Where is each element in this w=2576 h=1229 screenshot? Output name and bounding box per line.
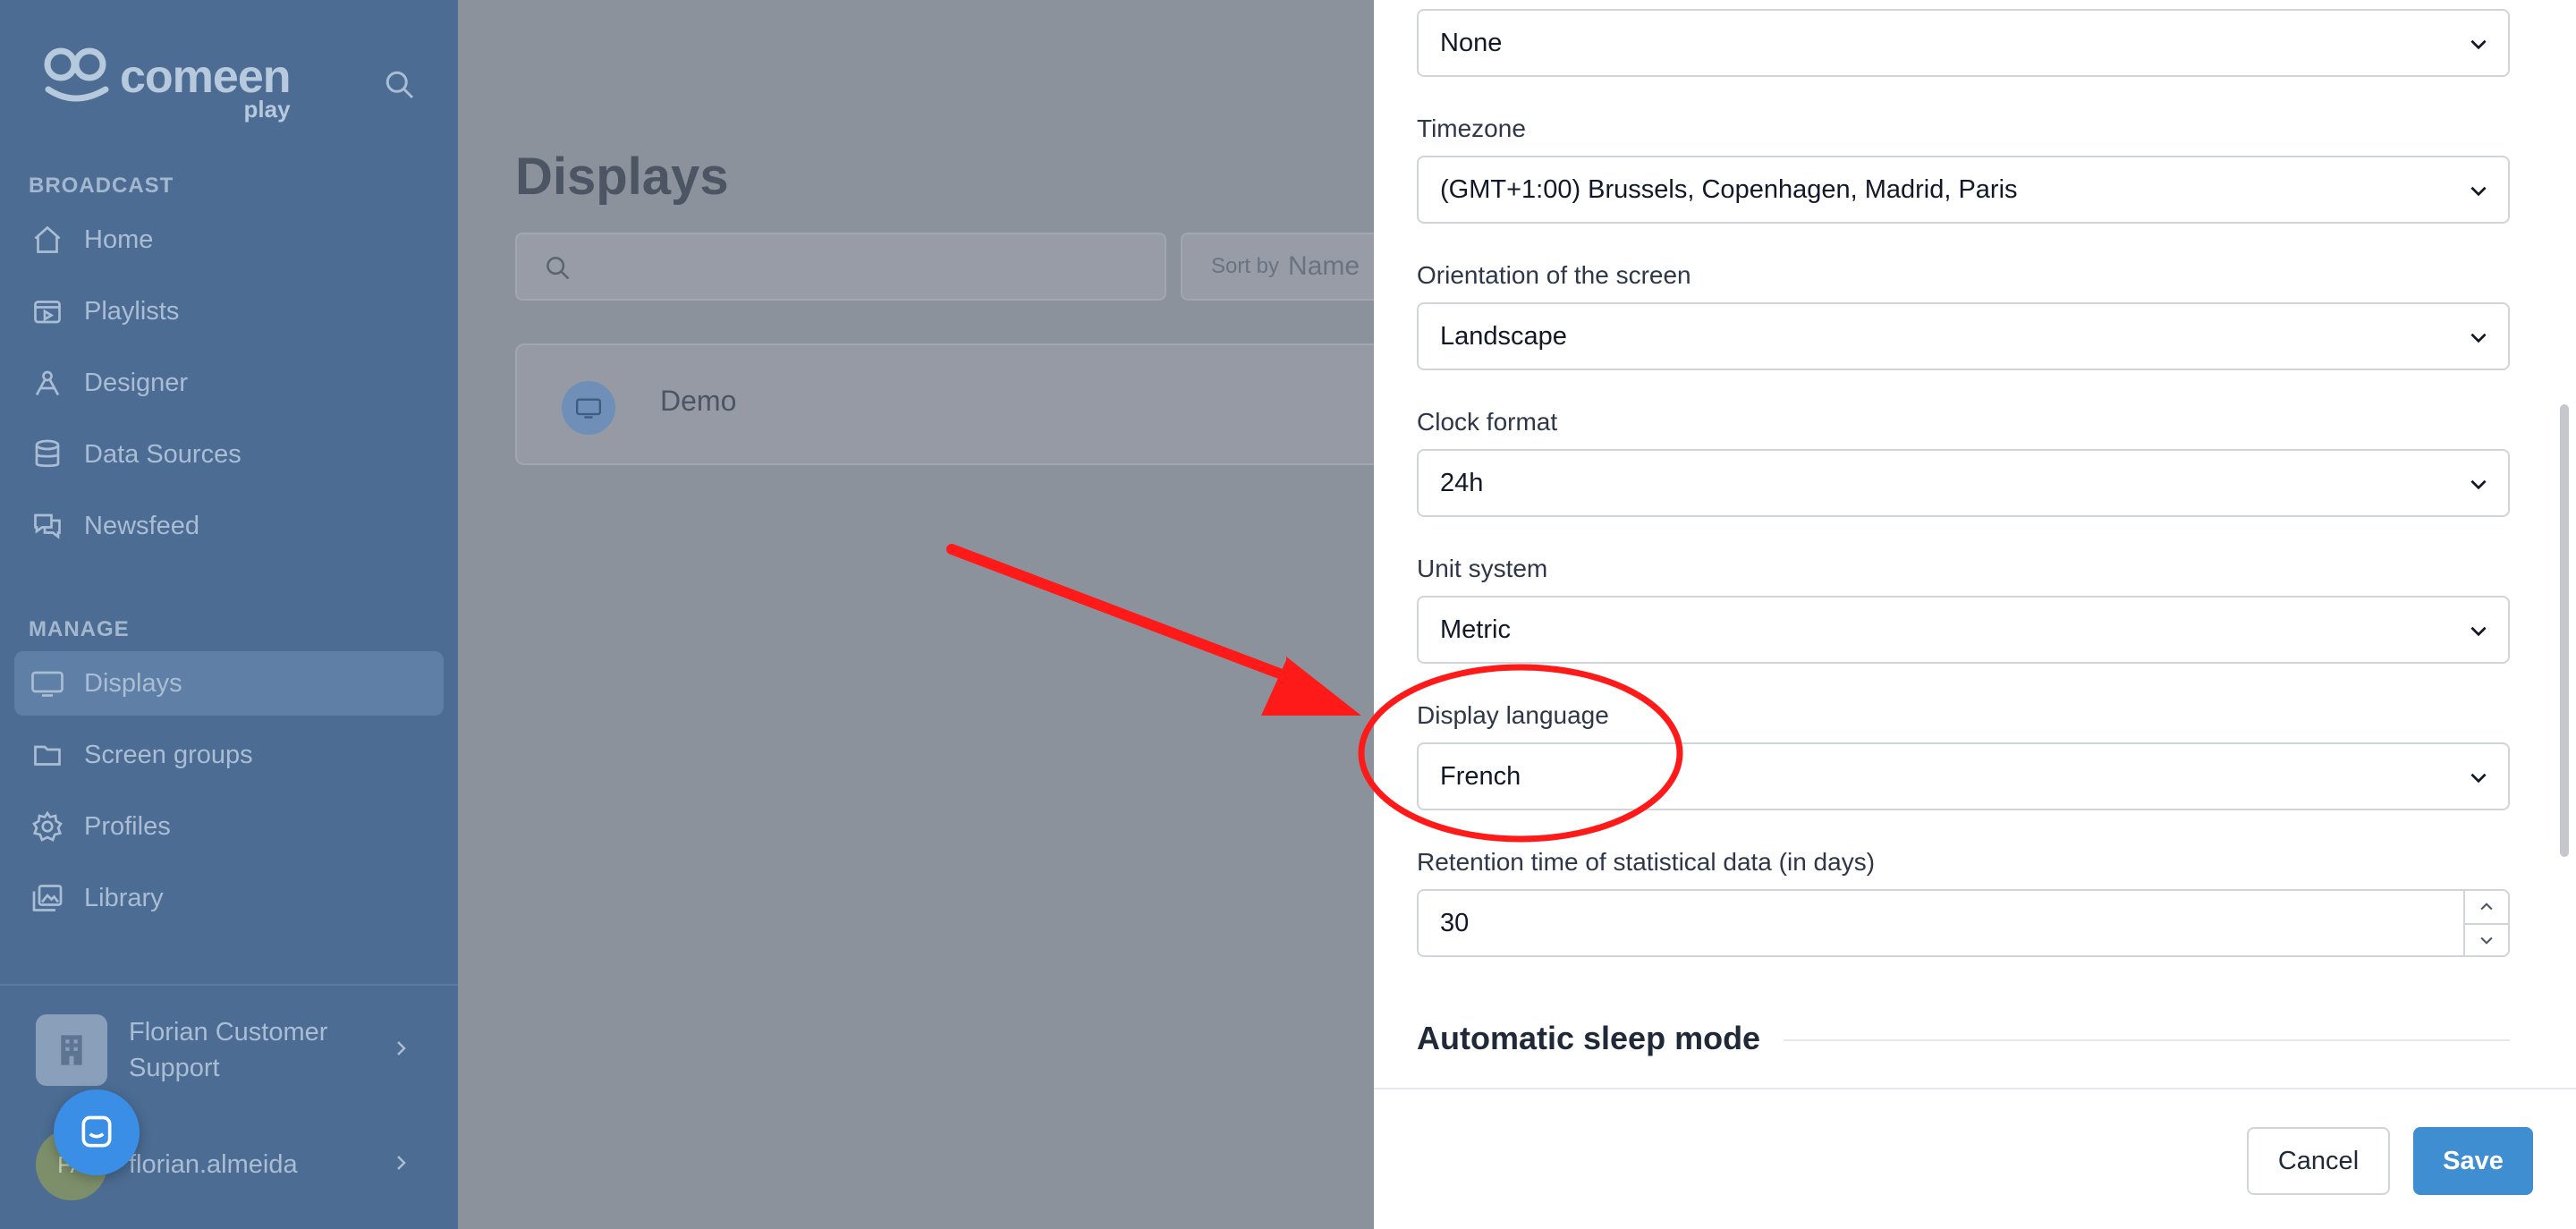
database-icon <box>29 436 66 473</box>
home-icon <box>29 221 66 259</box>
sidebar-item-displays[interactable]: Displays <box>14 651 444 716</box>
designer-icon <box>29 364 66 402</box>
select-value: 24h <box>1440 468 1484 497</box>
number-stepper[interactable] <box>2463 891 2508 955</box>
sidebar-item-data-sources[interactable]: Data Sources <box>14 422 444 487</box>
main-content-overlay: Displays Sort by Name Demo <box>458 0 1460 1229</box>
display-language-label: Display language <box>1417 701 1609 729</box>
chevron-down-icon <box>2467 472 2490 500</box>
increment-button[interactable] <box>2465 891 2508 923</box>
sidebar-item-label: Displays <box>84 668 182 698</box>
timezone-select[interactable]: (GMT+1:00) Brussels, Copenhagen, Madrid,… <box>1417 156 2510 224</box>
sidebar-item-label: Profiles <box>84 811 171 841</box>
chevron-down-icon <box>2467 179 2490 207</box>
monitor-icon <box>29 665 66 702</box>
chevron-down-icon <box>2467 32 2490 60</box>
sidebar: comeen play BROADCAST Home Playlists Des… <box>0 0 458 1229</box>
search-icon <box>544 254 571 285</box>
sidebar-item-library[interactable]: Library <box>14 866 444 930</box>
display-name: Demo <box>660 385 737 417</box>
profile-select[interactable]: None <box>1417 9 2510 77</box>
user-name: florian.almeida <box>129 1149 298 1179</box>
sidebar-item-designer[interactable]: Designer <box>14 351 444 415</box>
retention-label: Retention time of statistical data (in d… <box>1417 848 1876 876</box>
chevron-down-icon <box>2467 619 2490 647</box>
chevron-down-icon <box>2480 937 2493 945</box>
monitor-icon <box>562 381 615 435</box>
timezone-label: Timezone <box>1417 114 1526 142</box>
organization-name: Florian Customer Support <box>129 1018 328 1082</box>
support-chat-button[interactable] <box>54 1089 140 1175</box>
section-label-broadcast: BROADCAST <box>29 174 174 198</box>
section-divider <box>1784 1039 2510 1041</box>
input-value: 30 <box>1440 908 1470 937</box>
sidebar-item-label: Library <box>84 883 164 912</box>
sidebar-item-label: Data Sources <box>84 439 242 469</box>
orientation-label: Orientation of the screen <box>1417 261 1691 289</box>
display-settings-panel: None Timezone (GMT+1:00) Brussels, Copen… <box>1374 0 2576 1229</box>
orientation-select[interactable]: Landscape <box>1417 302 2510 370</box>
panel-footer: Cancel Save <box>1374 1088 2576 1229</box>
images-icon <box>29 879 66 917</box>
display-card[interactable]: Demo <box>515 343 1460 465</box>
display-search-input[interactable] <box>515 233 1166 301</box>
section-label-manage: MANAGE <box>29 617 130 641</box>
sidebar-item-profiles[interactable]: Profiles <box>14 794 444 859</box>
cancel-button[interactable]: Cancel <box>2247 1127 2390 1195</box>
building-icon <box>36 1014 107 1086</box>
sidebar-item-label: Home <box>84 225 154 254</box>
sidebar-item-home[interactable]: Home <box>14 208 444 272</box>
sort-value: Name <box>1288 251 1360 281</box>
save-button[interactable]: Save <box>2413 1127 2533 1195</box>
sidebar-item-label: Designer <box>84 368 189 397</box>
brand-sub: play <box>243 96 291 123</box>
chat-icon <box>29 507 66 545</box>
unit-system-label: Unit system <box>1417 555 1548 582</box>
playlist-icon <box>29 292 66 330</box>
sidebar-item-screen-groups[interactable]: Screen groups <box>14 723 444 787</box>
sidebar-item-label: Screen groups <box>84 740 253 769</box>
sort-prefix: Sort by <box>1211 254 1280 278</box>
chevron-up-icon <box>2480 903 2493 911</box>
search-icon[interactable] <box>383 68 415 105</box>
sidebar-item-label: Playlists <box>84 296 180 326</box>
select-value: French <box>1440 761 1521 791</box>
panel-scrollbar[interactable] <box>2560 404 2569 857</box>
gear-icon <box>29 808 66 845</box>
chevron-right-icon <box>390 1152 411 1178</box>
brand-logo[interactable]: comeen play <box>43 45 292 122</box>
clock-format-label: Clock format <box>1417 408 1558 436</box>
retention-days-input[interactable]: 30 <box>1417 889 2510 957</box>
automatic-sleep-heading: Automatic sleep mode <box>1417 1020 1761 1056</box>
sidebar-item-playlists[interactable]: Playlists <box>14 279 444 343</box>
display-language-select[interactable]: French <box>1417 742 2510 810</box>
brand-name: comeen <box>120 51 292 103</box>
unit-system-select[interactable]: Metric <box>1417 596 2510 664</box>
sidebar-item-label: Newsfeed <box>84 511 199 540</box>
sidebar-divider <box>0 984 458 986</box>
chat-bubble-icon <box>81 1115 112 1148</box>
logo-mark-icon <box>44 47 109 102</box>
select-value: (GMT+1:00) Brussels, Copenhagen, Madrid,… <box>1440 174 2018 204</box>
folder-icon <box>29 736 66 774</box>
select-value: Metric <box>1440 614 1511 644</box>
chevron-right-icon <box>390 1038 411 1064</box>
page-title: Displays <box>515 148 729 206</box>
clock-format-select[interactable]: 24h <box>1417 449 2510 517</box>
select-value: None <box>1440 28 1503 57</box>
organization-switcher[interactable]: Florian Customer Support <box>36 1013 429 1088</box>
sidebar-item-newsfeed[interactable]: Newsfeed <box>14 494 444 558</box>
select-value: Landscape <box>1440 321 1567 351</box>
decrement-button[interactable] <box>2465 923 2508 955</box>
chevron-down-icon <box>2467 766 2490 793</box>
chevron-down-icon <box>2467 326 2490 353</box>
